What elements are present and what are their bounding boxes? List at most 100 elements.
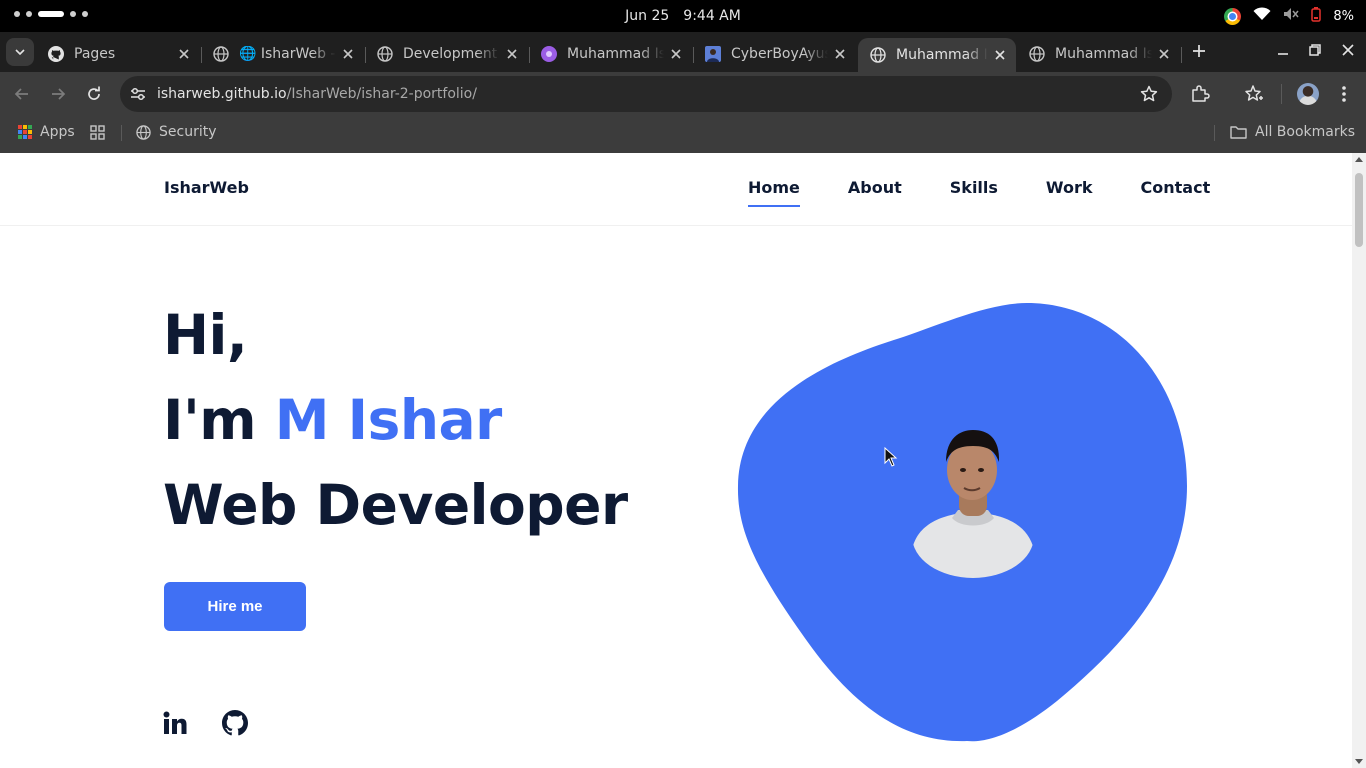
os-time: 9:44 AM bbox=[683, 8, 741, 24]
bookmark-security-label: Security bbox=[159, 124, 217, 140]
forward-button[interactable] bbox=[46, 82, 70, 106]
arrow-right-icon bbox=[52, 88, 66, 100]
restore-icon bbox=[1309, 44, 1321, 56]
all-bookmarks-button[interactable]: All Bookmarks bbox=[1230, 116, 1355, 148]
close-icon[interactable] bbox=[832, 46, 848, 62]
globe-icon bbox=[136, 124, 151, 140]
globe-icon bbox=[213, 46, 229, 62]
linkedin-icon[interactable] bbox=[162, 710, 188, 736]
tab-muhammad-ishar-2[interactable]: Muhammad Ishar bbox=[1017, 38, 1180, 70]
close-icon[interactable] bbox=[668, 46, 684, 62]
tab-title: 🌐 IsharWeb - Free bbox=[239, 46, 336, 62]
bookmark-star-icon[interactable] bbox=[1140, 85, 1158, 103]
folder-icon bbox=[1230, 126, 1247, 139]
tab-groups-button[interactable] bbox=[90, 116, 105, 148]
tab-title: Muhammad Ishar bbox=[1055, 46, 1152, 62]
tab-muhammad-ishar-active[interactable]: Muhammad Ishar bbox=[858, 38, 1016, 72]
scrollbar-thumb[interactable] bbox=[1355, 173, 1363, 247]
nav-skills[interactable]: Skills bbox=[950, 178, 998, 207]
battery-percent: 8% bbox=[1333, 8, 1354, 24]
battery-low-icon bbox=[1311, 6, 1322, 26]
hero-heading: Hi, I'm M Ishar Web Developer bbox=[163, 293, 628, 548]
os-clock[interactable]: Jun 25 9:44 AM bbox=[0, 0, 1366, 32]
page-viewport: IsharWeb Home About Skills Work Contact … bbox=[0, 153, 1352, 768]
volume-muted-icon bbox=[1283, 7, 1299, 25]
tab-title: Muhammad Ishar bbox=[896, 47, 988, 63]
os-top-bar: Jun 25 9:44 AM 8% bbox=[0, 0, 1366, 32]
tab-isharweb[interactable]: 🌐 IsharWeb - Free bbox=[201, 38, 364, 70]
tab-title: CyberBoyAyush bbox=[731, 46, 828, 62]
close-icon bbox=[1342, 44, 1354, 56]
tab-strip: Pages 🌐 IsharWeb - Free Development Muha… bbox=[0, 32, 1366, 72]
close-icon[interactable] bbox=[340, 46, 356, 62]
tab-cyberboyayush[interactable]: CyberBoyAyush bbox=[693, 38, 856, 70]
url-host: isharweb.github.io bbox=[157, 86, 287, 102]
github-icon[interactable] bbox=[222, 710, 248, 736]
hero-line-3: Web Developer bbox=[163, 473, 628, 537]
extensions-icon[interactable] bbox=[1190, 84, 1210, 104]
bookmark-apps[interactable]: Apps bbox=[18, 116, 75, 148]
reload-icon bbox=[88, 86, 100, 100]
nav-home[interactable]: Home bbox=[748, 178, 800, 207]
avatar-icon bbox=[705, 46, 721, 62]
browser-toolbar: isharweb.github.io/IsharWeb/ishar-2-port… bbox=[0, 72, 1366, 116]
close-icon[interactable] bbox=[504, 46, 520, 62]
chevron-down-icon bbox=[15, 49, 25, 55]
purple-circle-icon bbox=[541, 46, 557, 62]
site-info-icon[interactable] bbox=[128, 84, 148, 104]
system-tray[interactable]: 8% bbox=[1224, 0, 1354, 32]
profile-avatar[interactable] bbox=[1297, 83, 1319, 105]
apps-grid-icon bbox=[18, 125, 32, 139]
github-icon bbox=[48, 46, 64, 62]
bookmark-apps-label: Apps bbox=[40, 124, 75, 140]
tab-title: Development bbox=[403, 46, 498, 62]
minimize-button[interactable] bbox=[1275, 42, 1291, 58]
arrow-left-icon bbox=[14, 88, 28, 100]
reload-button[interactable] bbox=[82, 82, 106, 106]
bookmarks-manager-icon[interactable] bbox=[1244, 84, 1264, 104]
restore-button[interactable] bbox=[1307, 42, 1323, 58]
close-icon[interactable] bbox=[1156, 46, 1172, 62]
hero-name: M Ishar bbox=[274, 388, 502, 452]
tab-pages[interactable]: Pages bbox=[36, 38, 200, 70]
bookmarks-bar: Apps Security All Bookmarks bbox=[0, 116, 1366, 153]
globe-icon bbox=[870, 47, 886, 63]
close-icon[interactable] bbox=[992, 47, 1008, 63]
site-logo[interactable]: IsharWeb bbox=[164, 178, 249, 197]
page-scrollbar[interactable] bbox=[1352, 153, 1366, 768]
globe-icon bbox=[1029, 46, 1045, 62]
close-icon[interactable] bbox=[176, 46, 192, 62]
globe-icon bbox=[377, 46, 393, 62]
tab-title: Muhammad Ishar bbox=[567, 46, 664, 62]
hero-line-2: I'm M Ishar bbox=[163, 378, 628, 463]
hero-line-1: Hi, bbox=[163, 303, 248, 367]
tab-search-button[interactable] bbox=[6, 38, 34, 66]
nav-work[interactable]: Work bbox=[1046, 178, 1093, 207]
back-button[interactable] bbox=[10, 82, 34, 106]
chrome-icon bbox=[1224, 7, 1242, 25]
wifi-icon bbox=[1253, 7, 1271, 25]
url-path: /IsharWeb/ishar-2-portfolio/ bbox=[286, 86, 477, 102]
address-bar[interactable]: isharweb.github.io/IsharWeb/ishar-2-port… bbox=[120, 76, 1172, 112]
minimize-icon bbox=[1278, 53, 1288, 55]
tab-muhammad-ishar-1[interactable]: Muhammad Ishar bbox=[529, 38, 692, 70]
profile-photo bbox=[912, 426, 1034, 578]
nav-about[interactable]: About bbox=[848, 178, 902, 207]
scroll-up-icon[interactable] bbox=[1355, 157, 1363, 162]
workspace-indicator[interactable] bbox=[14, 11, 88, 17]
hire-me-button[interactable]: Hire me bbox=[164, 582, 306, 631]
tab-groups-icon bbox=[90, 124, 105, 140]
tab-development[interactable]: Development bbox=[365, 38, 528, 70]
nav-contact[interactable]: Contact bbox=[1141, 178, 1211, 207]
site-nav: Home About Skills Work Contact bbox=[748, 178, 1210, 207]
bookmark-security[interactable]: Security bbox=[136, 116, 217, 148]
new-tab-button[interactable] bbox=[1188, 40, 1210, 62]
all-bookmarks-label: All Bookmarks bbox=[1255, 124, 1356, 140]
scroll-down-icon[interactable] bbox=[1355, 759, 1363, 764]
mouse-cursor-icon bbox=[884, 447, 898, 467]
url-text[interactable]: isharweb.github.io/IsharWeb/ishar-2-port… bbox=[157, 76, 477, 112]
menu-kebab-icon[interactable] bbox=[1334, 84, 1354, 104]
close-window-button[interactable] bbox=[1340, 42, 1356, 58]
hero-im: I'm bbox=[163, 388, 275, 452]
plus-icon bbox=[1193, 45, 1205, 57]
